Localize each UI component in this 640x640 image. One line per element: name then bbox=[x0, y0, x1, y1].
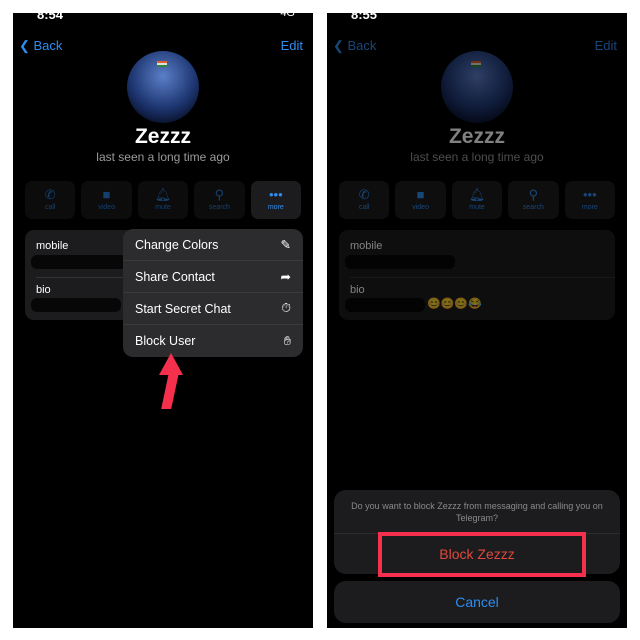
more-button[interactable]: ••• more bbox=[564, 181, 616, 219]
phone-icon: ✆ bbox=[358, 187, 370, 202]
menu-item-block-user[interactable]: Block User ✋︎ bbox=[123, 325, 303, 357]
menu-item-secret-chat[interactable]: Start Secret Chat ⏱ bbox=[123, 293, 303, 325]
video-button[interactable]: ■ video bbox=[81, 181, 132, 219]
more-label: more bbox=[581, 204, 598, 211]
menu-item-share-contact[interactable]: Share Contact ➦ bbox=[123, 261, 303, 293]
search-button[interactable]: ⚲ search bbox=[508, 181, 559, 219]
status-network: 4G bbox=[280, 13, 295, 19]
phone-screen-after: 8:55 ❮ Back Edit Zezzz last seen a long … bbox=[327, 13, 627, 628]
search-label: search bbox=[522, 204, 544, 211]
video-icon: ■ bbox=[416, 187, 425, 202]
status-time: 8:54 bbox=[37, 13, 64, 22]
last-seen: last seen a long time ago bbox=[96, 150, 230, 164]
last-seen: last seen a long time ago bbox=[410, 150, 544, 164]
menu-label: Start Secret Chat bbox=[135, 301, 231, 316]
highlight-box bbox=[378, 532, 586, 577]
more-button[interactable]: ••• more bbox=[250, 181, 302, 219]
mute-label: mute bbox=[155, 204, 171, 211]
call-label: call bbox=[358, 204, 370, 211]
more-icon: ••• bbox=[583, 187, 597, 202]
menu-item-change-colors[interactable]: Change Colors ✎ bbox=[123, 229, 303, 261]
video-button[interactable]: ■ video bbox=[395, 181, 446, 219]
action-bar: ✆ call ■ video 🔔︎ mute ⚲ search ••• more bbox=[339, 181, 616, 219]
mute-label: mute bbox=[469, 204, 485, 211]
call-label: call bbox=[44, 204, 56, 211]
info-card: mobile bio 😊😊😊😂 bbox=[339, 230, 615, 320]
mute-button[interactable]: 🔔︎ mute bbox=[451, 181, 503, 219]
cancel-button[interactable]: Cancel bbox=[334, 581, 620, 623]
annotation-arrow-stem bbox=[161, 373, 179, 409]
redacted-phone bbox=[345, 255, 455, 269]
divider bbox=[350, 277, 615, 278]
hand-icon: ✋︎ bbox=[283, 333, 291, 348]
video-label: video bbox=[412, 204, 429, 211]
bell-icon: 🔔︎ bbox=[154, 187, 172, 202]
status-time: 8:55 bbox=[351, 13, 378, 22]
search-icon: ⚲ bbox=[214, 187, 225, 202]
back-label: Back bbox=[33, 38, 63, 53]
timer-icon: ⏱ bbox=[281, 301, 291, 315]
edit-button[interactable]: Edit bbox=[281, 38, 303, 53]
bio-label: bio bbox=[36, 284, 51, 296]
phone-screen-before: 8:54 4G ❮ Back Edit Zezzz last seen a lo… bbox=[13, 13, 313, 628]
video-label: video bbox=[98, 204, 115, 211]
flag-image bbox=[471, 61, 481, 67]
more-menu: Change Colors ✎ Share Contact ➦ Start Secr… bbox=[123, 229, 303, 357]
call-button[interactable]: ✆ call bbox=[339, 181, 390, 219]
annotation-arrow-icon bbox=[159, 353, 183, 375]
more-icon: ••• bbox=[269, 187, 283, 202]
redacted-bio bbox=[345, 298, 425, 312]
brush-icon: ✎ bbox=[280, 238, 291, 252]
search-icon: ⚲ bbox=[528, 187, 539, 202]
search-button[interactable]: ⚲ search bbox=[194, 181, 245, 219]
menu-label: Share Contact bbox=[135, 269, 215, 284]
contact-name: Zezzz bbox=[448, 125, 505, 148]
back-button[interactable]: ❮ Back bbox=[333, 38, 376, 54]
search-label: search bbox=[208, 204, 230, 211]
bio-label: bio bbox=[350, 284, 365, 296]
more-label: more bbox=[267, 204, 284, 211]
phone-icon: ✆ bbox=[44, 187, 56, 202]
video-icon: ■ bbox=[102, 187, 111, 202]
edit-button[interactable]: Edit bbox=[595, 38, 617, 53]
mute-button[interactable]: 🔔︎ mute bbox=[137, 181, 189, 219]
action-bar: ✆ call ■ video 🔔︎ mute ⚲ search ••• more bbox=[25, 181, 302, 219]
avatar[interactable] bbox=[127, 51, 199, 123]
bell-icon: 🔔︎ bbox=[468, 187, 486, 202]
menu-label: Change Colors bbox=[135, 237, 219, 252]
contact-name: Zezzz bbox=[134, 125, 191, 148]
bio-emojis: 😊😊😊😂 bbox=[427, 298, 482, 310]
back-label: Back bbox=[347, 38, 377, 53]
share-icon: ➦ bbox=[280, 270, 291, 284]
avatar[interactable] bbox=[441, 51, 513, 123]
flag-image bbox=[157, 61, 167, 67]
redacted-bio bbox=[31, 298, 121, 312]
call-button[interactable]: ✆ call bbox=[25, 181, 76, 219]
mobile-label: mobile bbox=[350, 240, 383, 252]
mobile-label: mobile bbox=[36, 240, 69, 252]
block-question: Do you want to block Zezzz from messagin… bbox=[334, 490, 620, 534]
back-button[interactable]: ❮ Back bbox=[19, 38, 62, 54]
menu-label: Block User bbox=[135, 334, 196, 348]
